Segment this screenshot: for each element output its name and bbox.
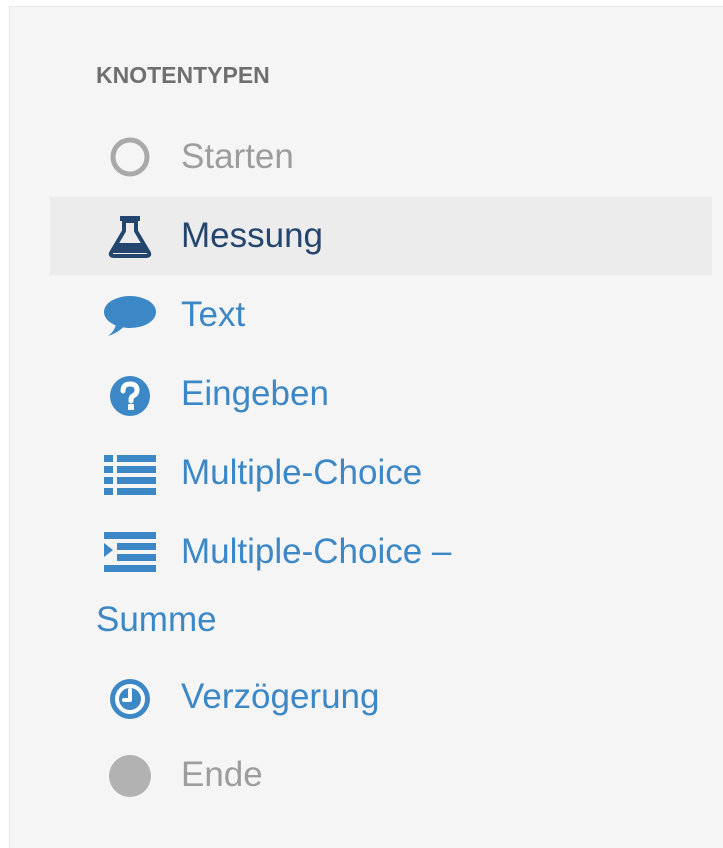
- clock-icon: [102, 677, 158, 721]
- node-type-verzoegerung[interactable]: Verzögerung: [50, 658, 712, 736]
- node-type-label: Starten: [181, 137, 294, 176]
- section-heading: KNOTENTYPEN: [96, 62, 270, 88]
- flask-icon: [102, 214, 158, 258]
- node-type-label: Messung: [181, 216, 324, 255]
- node-type-label: Multiple-Choice: [181, 453, 423, 492]
- node-type-messung[interactable]: Messung: [50, 197, 712, 275]
- node-type-label-line1: Multiple-Choice –: [181, 532, 452, 571]
- circle-filled-icon: [102, 754, 158, 798]
- node-type-label-line2: Summe: [96, 600, 217, 639]
- node-type-multiple-choice[interactable]: Multiple-Choice: [50, 434, 712, 512]
- node-type-label: Text: [181, 295, 246, 334]
- node-type-label: Ende: [181, 755, 263, 794]
- node-type-multiple-choice-summe[interactable]: Multiple-Choice – Summe: [50, 513, 712, 643]
- node-type-label: Eingeben: [181, 374, 329, 413]
- node-type-eingeben[interactable]: Eingeben: [50, 355, 712, 433]
- speech-bubble-icon: [102, 293, 158, 337]
- list-icon: [102, 452, 158, 496]
- question-circle-icon: [102, 374, 158, 418]
- indent-list-icon: [102, 530, 158, 574]
- node-type-label: Verzögerung: [181, 677, 380, 716]
- node-type-starten[interactable]: Starten: [50, 118, 712, 196]
- node-type-text[interactable]: Text: [50, 276, 712, 354]
- circle-outline-icon: [102, 135, 158, 179]
- node-type-ende[interactable]: Ende: [50, 736, 712, 814]
